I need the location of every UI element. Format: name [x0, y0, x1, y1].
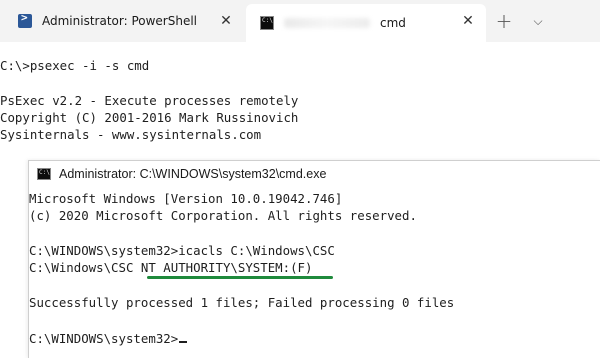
tab-label: cmd	[380, 16, 406, 30]
new-tab-button[interactable]: +	[494, 11, 514, 31]
text-cursor	[179, 341, 188, 343]
powershell-icon	[18, 11, 32, 28]
chevron-down-icon[interactable]: ⌵	[528, 11, 548, 31]
cmd-icon	[37, 168, 51, 180]
terminal-output[interactable]: C:\>psexec -i -s cmd PsExec v2.2 - Execu…	[0, 42, 600, 358]
tab-label: Administrator: PowerShell	[42, 14, 198, 28]
inner-cmd-window[interactable]: Administrator: C:\WINDOWS\system32\cmd.e…	[28, 160, 600, 358]
output-line: Copyright (C) 2001-2016 Mark Russinovich	[0, 110, 299, 125]
prompt-text: C:\WINDOWS\system32>	[29, 331, 179, 346]
window-title-bar[interactable]: Administrator: C:\WINDOWS\system32\cmd.e…	[29, 161, 600, 187]
output-line: Successfully processed 1 files; Failed p…	[29, 295, 455, 310]
close-icon[interactable]: ✕	[218, 13, 234, 29]
output-line: PsExec v2.2 - Execute processes remotely	[0, 93, 299, 108]
cmd-icon	[260, 16, 274, 30]
window-title: Administrator: C:\WINDOWS\system32\cmd.e…	[59, 167, 327, 181]
highlight-underline	[147, 276, 333, 279]
prompt-line[interactable]: C:\WINDOWS\system32>	[29, 331, 188, 347]
tab-cmd[interactable]: cmd ✕	[246, 4, 486, 42]
output-line: Sysinternals - www.sysinternals.com	[0, 127, 262, 142]
command-line: C:\>psexec -i -s cmd	[0, 58, 150, 73]
redacted-text	[284, 18, 370, 28]
tab-powershell[interactable]: Administrator: PowerShell ✕	[4, 4, 244, 38]
output-line: Microsoft Windows [Version 10.0.19042.74…	[29, 191, 343, 206]
output-line: C:\Windows\CSC NT AUTHORITY\SYSTEM:(F)	[29, 260, 313, 275]
close-icon[interactable]: ✕	[460, 13, 476, 29]
output-line: (c) 2020 Microsoft Corporation. All righ…	[29, 208, 417, 223]
tab-bar: Administrator: PowerShell ✕ cmd ✕ + ⌵	[0, 0, 600, 42]
command-line: C:\WINDOWS\system32>icacls C:\Windows\CS…	[29, 243, 335, 258]
